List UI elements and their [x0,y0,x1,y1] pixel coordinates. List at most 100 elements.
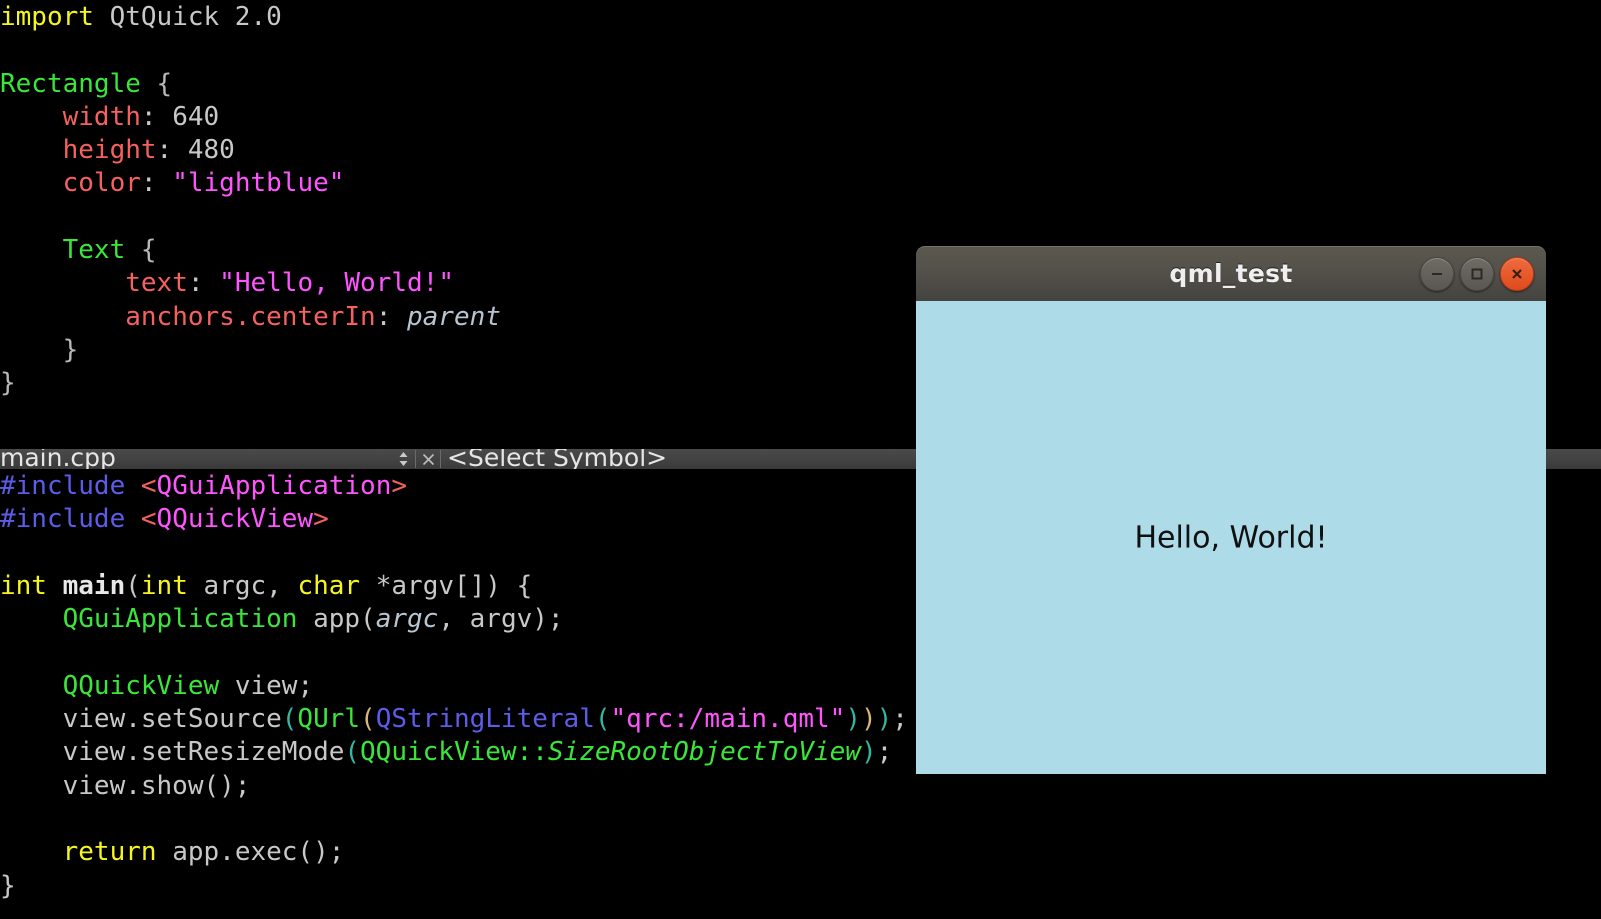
code-token: : [375,301,407,332]
code-line: Rectangle { [0,68,916,101]
qml-code-editor[interactable]: import QtQuick 2.0 Rectangle { width: 64… [0,1,916,401]
code-token: argc [375,604,439,635]
code-token: view.show(); [0,770,251,801]
code-line: text: "Hello, World!" [0,267,916,300]
code-token: anchors.centerIn [125,301,376,332]
code-token: : [187,268,220,299]
close-button[interactable] [1500,257,1534,291]
code-token: } [0,870,16,901]
editor-toolbar-inner: main.cpp <Select Symbol> [0,449,916,469]
window-titlebar[interactable]: qml_test [916,246,1546,301]
code-token: < [140,471,157,501]
code-token: ) [860,704,877,735]
close-icon[interactable] [421,450,435,468]
code-token: import [0,2,110,32]
code-token: 480 [187,135,235,166]
code-line: view.setResizeMode(QQuickView::SizeRootO… [0,736,916,769]
hello-world-text: Hello, World! [1134,520,1328,555]
code-token: char [297,570,361,601]
code-line: import QtQuick 2.0 [0,1,916,34]
code-token: view.setResizeMode [0,737,345,768]
code-token: QQuickView [156,504,314,535]
x-icon [1509,266,1525,282]
code-token: : [140,101,173,132]
code-token: : [140,168,173,199]
code-line: QGuiApplication app(argc, argv); [0,603,916,636]
square-icon [1469,266,1485,282]
code-token: parent [407,301,501,332]
code-token: :: [516,737,548,768]
cpp-code-editor[interactable]: #include <QGuiApplication> #include <QQui… [0,470,916,903]
code-token: ( [125,570,141,601]
code-line: anchors.centerIn: parent [0,301,916,334]
code-token: app.exec(); [156,837,345,868]
code-token: height [62,135,157,166]
toolbar-separator-2 [440,450,441,468]
updown-arrows-icon[interactable] [396,450,410,468]
code-token: QQuickView [360,737,517,768]
code-token: *argv[]) { [360,570,533,601]
code-token: text [125,268,188,299]
qml-window-content: Hello, World! [916,301,1546,774]
code-token: Text [62,235,126,266]
code-token: view; [219,670,314,701]
current-file-label[interactable]: main.cpp [0,449,116,469]
qml-test-window[interactable]: qml_test Hello, World! [916,246,1546,774]
code-token: > [313,504,329,535]
code-token: app( [297,604,376,635]
code-token: ( [344,737,361,768]
minimize-button[interactable] [1420,257,1454,291]
code-token: QQuickView [62,670,220,701]
code-token: "Hello, World!" [219,268,454,299]
code-token: return [62,837,157,868]
select-symbol-dropdown[interactable]: <Select Symbol> [447,449,667,469]
toolbar-icon-group [396,449,446,469]
code-token: QStringLiteral [375,704,595,735]
code-line: color: "lightblue" [0,167,916,200]
code-token: } [0,334,79,365]
code-token: ; [876,737,893,768]
code-line: } [0,870,916,903]
code-token: QUrl [297,704,361,735]
window-controls [1420,257,1534,291]
code-line: view.show(); [0,770,916,803]
code-token: argc, [187,570,298,601]
maximize-button[interactable] [1460,257,1494,291]
code-token: ( [594,704,611,735]
code-line: return app.exec(); [0,836,916,869]
code-token: 640 [172,101,220,132]
code-line: Text { [0,234,916,267]
code-token: ( [281,704,298,735]
code-token: ; [892,704,908,735]
code-line: QQuickView view; [0,670,916,703]
code-token: < [140,504,157,535]
code-token: QtQuick 2.0 [109,2,282,32]
code-token: #include [0,504,126,535]
code-line: #include <QGuiApplication> [0,470,916,503]
code-token: ) [876,704,893,735]
code-token: color [62,168,141,199]
desktop-screen: import QtQuick 2.0 Rectangle { width: 64… [0,0,1601,919]
toolbar-separator-1 [415,450,416,468]
code-token: > [391,471,408,501]
code-line: width: 640 [0,101,916,134]
code-token: "lightblue" [172,168,345,199]
code-token: : [156,135,188,166]
code-line: view.setSource(QUrl(QStringLiteral("qrc:… [0,703,916,736]
code-token: , argv); [438,604,564,635]
code-token: width [62,101,141,132]
code-token: ) [860,737,877,768]
code-token: SizeRootObjectToView [547,737,861,768]
